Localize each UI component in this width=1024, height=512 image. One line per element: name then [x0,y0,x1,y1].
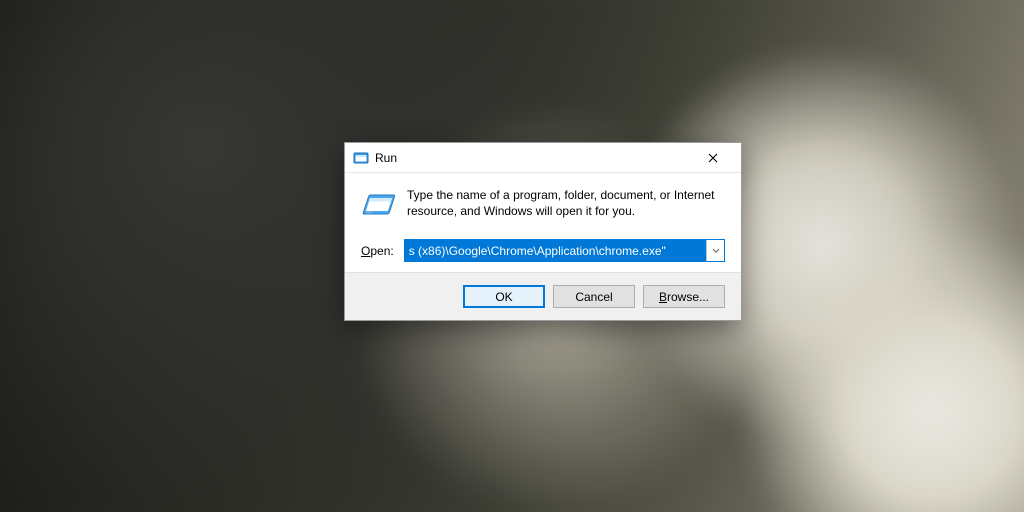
dialog-body: Type the name of a program, folder, docu… [345,173,741,272]
run-app-icon [353,150,369,166]
cancel-button[interactable]: Cancel [553,285,635,308]
titlebar[interactable]: Run [345,143,741,173]
run-dialog: Run Type the name of a program, folder [344,142,742,321]
ok-button[interactable]: OK [463,285,545,308]
run-large-icon [361,189,395,223]
open-input[interactable] [405,240,706,261]
dialog-title: Run [375,151,397,165]
dialog-footer: OK Cancel Browse... [345,272,741,320]
browse-button[interactable]: Browse... [643,285,725,308]
open-combobox[interactable] [404,239,725,262]
close-button[interactable] [691,144,735,172]
dialog-description: Type the name of a program, folder, docu… [407,187,725,223]
chevron-down-icon [712,248,720,254]
open-label: Open: [361,244,394,258]
open-dropdown-button[interactable] [706,240,724,261]
close-icon [708,153,718,163]
